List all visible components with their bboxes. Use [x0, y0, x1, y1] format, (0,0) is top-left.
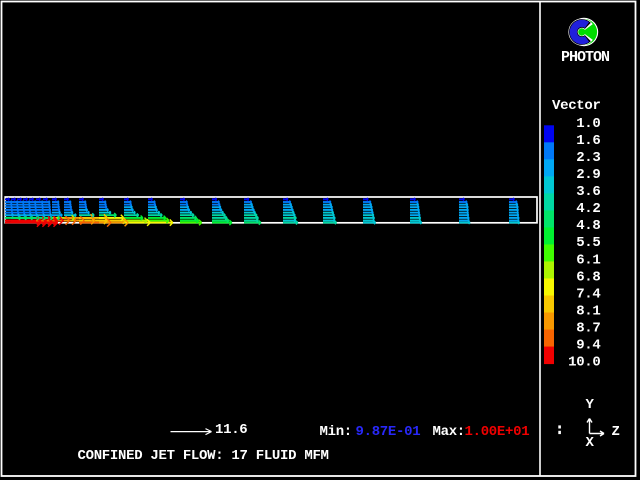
- svg-text:4.8: 4.8: [576, 218, 600, 234]
- svg-text:Min:: Min:: [320, 424, 352, 440]
- svg-text:6.1: 6.1: [576, 252, 600, 268]
- svg-text:1.00E+01: 1.00E+01: [465, 424, 530, 440]
- svg-text:7.4: 7.4: [576, 286, 600, 302]
- svg-text:X: X: [586, 435, 595, 451]
- svg-text:8.1: 8.1: [576, 303, 600, 319]
- svg-text:2.9: 2.9: [576, 167, 600, 183]
- svg-text:1.0: 1.0: [576, 116, 600, 132]
- svg-text:5.5: 5.5: [576, 235, 600, 251]
- svg-text:2.3: 2.3: [576, 150, 600, 166]
- svg-text:Max:: Max:: [433, 424, 465, 440]
- svg-text:11.6: 11.6: [215, 422, 247, 438]
- svg-text:6.8: 6.8: [576, 269, 600, 285]
- svg-text:3.6: 3.6: [576, 184, 600, 200]
- svg-text:PHOTON: PHOTON: [561, 49, 610, 66]
- svg-text:Z: Z: [612, 424, 620, 440]
- svg-text:10.0: 10.0: [568, 354, 600, 370]
- svg-text:1.6: 1.6: [576, 133, 600, 149]
- svg-text:Vector: Vector: [552, 98, 601, 114]
- svg-text:9.87E-01: 9.87E-01: [356, 424, 421, 440]
- svg-text:4.2: 4.2: [576, 201, 600, 217]
- svg-text:CONFINED JET FLOW: 17 FLUID MF: CONFINED JET FLOW: 17 FLUID MFM: [78, 448, 329, 464]
- svg-text:9.4: 9.4: [576, 337, 600, 353]
- svg-text:8.7: 8.7: [576, 320, 600, 336]
- svg-text:Y: Y: [586, 397, 595, 413]
